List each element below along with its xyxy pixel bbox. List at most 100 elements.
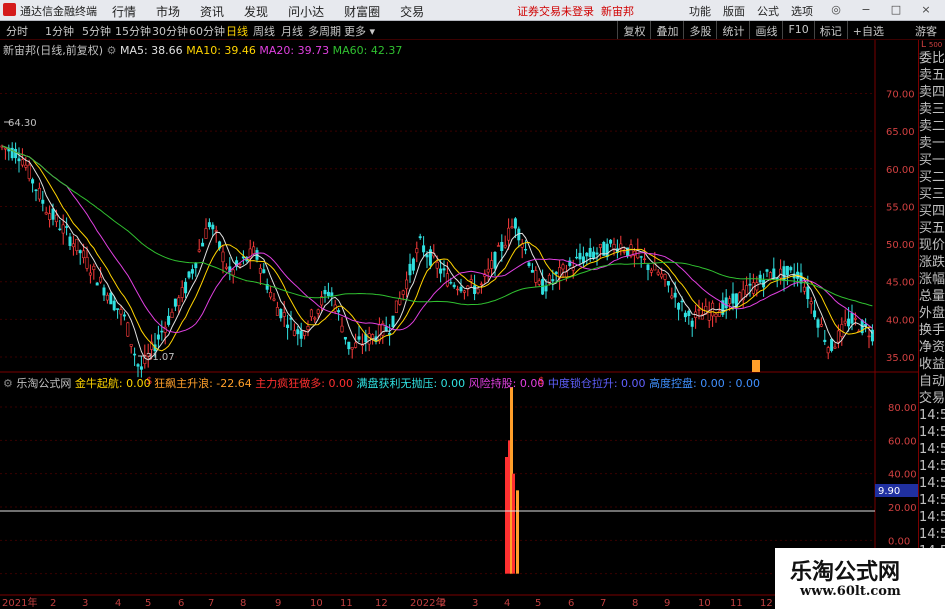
main-legend: 新宙邦(日线,前复权) ⚙ MA5: 38.66 MA10: 39.46 MA2… <box>3 42 402 58</box>
sidebar-item[interactable]: 卖二 <box>919 118 945 135</box>
sidebar-item[interactable]: 卖一 <box>919 135 945 152</box>
candle-body <box>850 312 854 324</box>
tab-60min[interactable]: 60分钟 <box>189 23 225 39</box>
sidebar-item[interactable]: 自动 <box>919 373 945 390</box>
candle-body <box>687 310 691 317</box>
sub-indicator-name[interactable]: 乐淘公式网 <box>16 377 71 390</box>
candle-body <box>779 268 783 279</box>
y-tick-label: 65.00 <box>886 127 915 138</box>
tab-intraday[interactable]: 分时 <box>6 23 28 39</box>
sidebar-item[interactable]: 买一 <box>919 152 945 169</box>
candle-body <box>622 251 626 253</box>
sidebar-item[interactable]: 委比 <box>919 50 945 67</box>
candle-body <box>20 159 24 166</box>
candle-body <box>405 279 409 290</box>
user-icon[interactable]: ◎ <box>829 3 843 19</box>
menu-function[interactable]: 功能 <box>689 3 711 19</box>
menu-market[interactable]: 市场 <box>156 3 180 20</box>
sidebar-item[interactable]: 现价 <box>919 237 945 254</box>
sidebar-item[interactable]: 净资 <box>919 339 945 356</box>
candle-body <box>595 252 599 255</box>
sidebar-item[interactable]: 14:56 <box>919 407 945 424</box>
sidebar-item[interactable]: 14:56 <box>919 509 945 526</box>
tab-daily[interactable]: 日线 <box>226 23 248 39</box>
sidebar-item[interactable]: 涨跌 <box>919 254 945 271</box>
sidebar-item[interactable]: 买五 <box>919 220 945 237</box>
sidebar-item[interactable]: 换手 <box>919 322 945 339</box>
tab-monthly[interactable]: 月线 <box>281 23 303 39</box>
x-tick-label: 3 <box>82 598 88 609</box>
menu-layout[interactable]: 版面 <box>723 3 745 19</box>
candle-body <box>867 335 871 338</box>
tool-multi-stock[interactable]: 多股 <box>683 21 716 39</box>
tab-weekly[interactable]: 周线 <box>253 23 275 39</box>
candle-body <box>564 271 568 278</box>
stock-title[interactable]: 新宙邦(日线,前复权) <box>3 44 103 57</box>
sidebar-item[interactable]: 买二 <box>919 169 945 186</box>
menu-options[interactable]: 选项 <box>791 3 813 19</box>
menu-trade[interactable]: 交易 <box>400 3 424 20</box>
candle-body <box>578 252 582 260</box>
tab-30min[interactable]: 30分钟 <box>152 23 188 39</box>
x-tick-label: 6 <box>568 598 574 609</box>
sidebar-item[interactable]: 卖四 <box>919 84 945 101</box>
menu-wealth[interactable]: 财富圈 <box>344 3 380 20</box>
tab-more[interactable]: 更多 ▾ <box>344 23 375 39</box>
sidebar-item[interactable]: 收益 <box>919 356 945 373</box>
sidebar-item[interactable]: 卖五 <box>919 67 945 84</box>
tool-overlay[interactable]: 叠加 <box>650 21 683 39</box>
sidebar-item[interactable]: 卖三 <box>919 101 945 118</box>
candle-body <box>585 252 589 257</box>
close-icon[interactable]: × <box>919 3 933 19</box>
menu-ask[interactable]: 问小达 <box>288 3 324 20</box>
candle-body <box>670 295 674 299</box>
candle-body <box>27 164 31 179</box>
sub-item-7: 高度控盘: 0.00 : 0.00 <box>649 377 760 390</box>
sidebar-item[interactable]: 14:56 <box>919 492 945 509</box>
tool-stats[interactable]: 统计 <box>716 21 749 39</box>
guest-label[interactable]: 游客 <box>915 23 937 39</box>
tab-15min[interactable]: 15分钟 <box>115 23 151 39</box>
trade-login-notice[interactable]: 证券交易未登录 新宙邦 <box>517 3 634 19</box>
candle-body <box>116 308 120 310</box>
sidebar-item[interactable]: 交易 <box>919 390 945 407</box>
menu-news[interactable]: 资讯 <box>200 3 224 20</box>
sidebar-item[interactable]: 14:56 <box>919 441 945 458</box>
sidebar-item[interactable]: 14:56 <box>919 475 945 492</box>
sidebar-item[interactable]: 涨幅 <box>919 271 945 288</box>
tool-f10[interactable]: F10 <box>782 21 813 39</box>
candle-body <box>442 268 446 271</box>
x-tick-label: 2021年 <box>2 596 37 609</box>
candle-body <box>490 260 494 269</box>
y-tick-label: 55.00 <box>886 202 915 213</box>
sidebar-item[interactable]: 14:56 <box>919 424 945 441</box>
tab-5min[interactable]: 5分钟 <box>82 23 111 39</box>
candle-body <box>473 285 477 295</box>
tool-mark[interactable]: 标记 <box>813 21 847 39</box>
candle-body <box>201 242 205 247</box>
tool-adjust[interactable]: 复权 <box>617 21 650 39</box>
menu-quotes[interactable]: 行情 <box>112 3 136 20</box>
menu-formula[interactable]: 公式 <box>757 3 779 19</box>
candle-body <box>136 364 140 367</box>
sidebar-item[interactable]: 买四 <box>919 203 945 220</box>
sidebar-item[interactable]: 14:56 <box>919 526 945 543</box>
settings-gear-icon[interactable]: ⚙ <box>107 44 117 57</box>
x-tick-label: 9 <box>664 598 670 609</box>
tool-add-watchlist[interactable]: +自选 <box>846 21 889 39</box>
sidebar-item[interactable]: 外盘 <box>919 305 945 322</box>
kline-chart[interactable]: 64.30 31.07 $ $ 9.90 70.0065.0060.0055.0… <box>0 40 918 609</box>
sidebar-item[interactable]: 14:56 <box>919 458 945 475</box>
tab-1min[interactable]: 1分钟 <box>45 23 74 39</box>
minimize-icon[interactable]: − <box>859 3 873 19</box>
candle-body <box>275 307 279 316</box>
sidebar-item[interactable]: 总量 <box>919 288 945 305</box>
x-tick-label: 8 <box>240 598 246 609</box>
maximize-icon[interactable]: □ <box>889 3 903 19</box>
tab-multi-period[interactable]: 多周期 <box>308 23 341 39</box>
settings-gear-icon[interactable]: ⚙ <box>3 377 13 390</box>
tool-draw[interactable]: 画线 <box>749 21 782 39</box>
ma60-label: MA60: 42.37 <box>332 44 403 57</box>
sidebar-item[interactable]: 买三 <box>919 186 945 203</box>
menu-discover[interactable]: 发现 <box>244 3 268 20</box>
